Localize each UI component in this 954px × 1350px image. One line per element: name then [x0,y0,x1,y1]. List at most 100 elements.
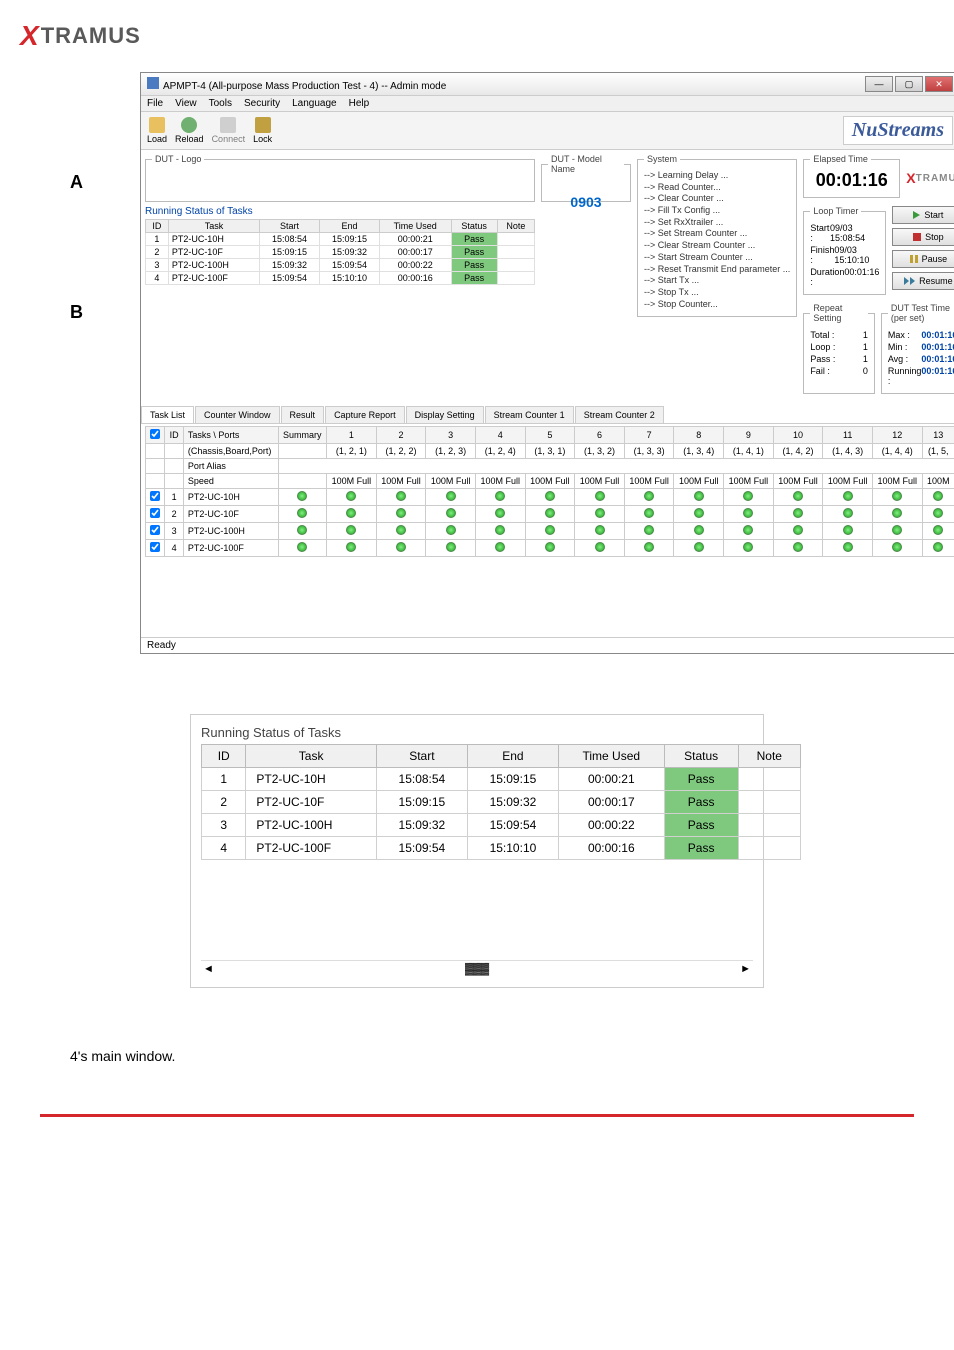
load-button[interactable]: Load [147,117,167,144]
table-row[interactable]: 2PT2-UC-10F15:09:1515:09:3200:00:17Pass [202,791,801,814]
row-check[interactable] [150,525,160,535]
label-b: B [70,302,83,323]
sth-status: Status [664,745,738,768]
app-window: APMPT-4 (All-purpose Mass Production Tes… [140,72,954,654]
tab-task-list[interactable]: Task List [141,406,194,423]
caption-text: 4's main window. [70,1048,884,1064]
close-button[interactable]: ✕ [925,76,953,92]
menu-tools[interactable]: Tools [209,98,232,109]
loop-timer-box: Loop Timer Start :09/03 15:08:54 Finish … [803,206,886,295]
standalone-box: Running Status of Tasks ID Task Start En… [190,714,764,988]
system-log[interactable]: --> Learning Delay ...--> Read Counter..… [644,170,790,310]
cth-chk [146,427,165,444]
start-button[interactable]: Start [892,206,954,224]
tab-counter-window[interactable]: Counter Window [195,406,280,423]
logo-x: X [20,20,39,52]
counter-row[interactable]: 2PT2-UC-10F [146,506,954,523]
dut-test-time-box: DUT Test Time (per set) Max :00:01:16 Mi… [881,303,954,394]
pause-button[interactable]: Pause [892,250,954,268]
th-id: ID [146,220,169,233]
tab-stream-counter-2[interactable]: Stream Counter 2 [575,406,664,423]
row-check[interactable] [150,508,160,518]
app-icon [147,77,159,89]
model-name-box: DUT - Model Name 0903 [541,154,631,202]
play-icon [913,211,920,219]
stop-icon [913,233,921,241]
counter-row[interactable]: 4PT2-UC-100F [146,540,954,557]
table-row[interactable]: 4PT2-UC-100F15:09:5415:10:1000:00:16Pass [202,837,801,860]
th-timeused: Time Used [379,220,451,233]
model-name-value: 0903 [548,180,624,224]
reload-icon [181,117,197,133]
repeat-label: Repeat Setting [810,303,868,323]
counter-row[interactable]: 1PT2-UC-10H [146,489,954,506]
system-box: System --> Learning Delay ...--> Read Co… [637,154,797,317]
cth-id: ID [165,427,183,444]
sth-id: ID [202,745,246,768]
dut-logo-label: DUT - Logo [152,154,204,164]
standalone-label: Running Status of Tasks [201,725,753,740]
minimize-button[interactable]: — [865,76,893,92]
menu-language[interactable]: Language [292,98,337,109]
loop-timer-label: Loop Timer [810,206,861,216]
sth-note: Note [738,745,800,768]
stop-button[interactable]: Stop [892,228,954,246]
lock-button[interactable]: Lock [253,117,272,144]
menu-view[interactable]: View [175,98,197,109]
dut-logo-box: DUT - Logo [145,154,535,202]
sth-timeused: Time Used [558,745,664,768]
pause-icon [910,255,918,263]
tab-capture-report[interactable]: Capture Report [325,406,405,423]
elapsed-label: Elapsed Time [810,154,871,164]
row-check[interactable] [150,542,160,552]
menu-security[interactable]: Security [244,98,280,109]
lock-icon [255,117,271,133]
scrollbar[interactable]: ◄▓▓▓► [201,960,753,977]
toolbar: Load Reload Connect Lock NuStreams [141,112,954,150]
statusbar: Ready [141,637,954,653]
menu-file[interactable]: File [147,98,163,109]
tab-result[interactable]: Result [281,406,325,423]
row-check[interactable] [150,491,160,501]
table-row[interactable]: 3PT2-UC-100H15:09:3215:09:5400:00:22Pass [202,814,801,837]
counter-table: ID Tasks \ Ports Summary 1 2 3 4 5 6 7 8… [145,426,954,557]
resume-button[interactable]: Resume [892,272,954,290]
page-logo: X TRAMUS [20,20,934,52]
cth-summary: Summary [278,427,327,444]
tab-display-setting[interactable]: Display Setting [406,406,484,423]
window-title: APMPT-4 (All-purpose Mass Production Tes… [163,81,446,92]
table-row[interactable]: 2PT2-UC-10F15:09:1515:09:3200:00:17Pass [146,246,535,259]
menu-help[interactable]: Help [349,98,370,109]
elapsed-value: 00:01:16 [810,170,893,191]
table-row[interactable]: 1PT2-UC-10H15:08:5415:09:1500:00:21Pass [202,768,801,791]
th-end: End [320,220,380,233]
sth-end: End [467,745,558,768]
menubar: File View Tools Security Language Help [141,96,954,112]
tab-bar: Task List Counter Window Result Capture … [141,406,954,424]
standalone-table: ID Task Start End Time Used Status Note … [201,744,801,860]
model-name-label: DUT - Model Name [548,154,624,174]
resume-icon [904,277,915,285]
table-row[interactable]: 3PT2-UC-100H15:09:3215:09:5400:00:22Pass [146,259,535,272]
check-all[interactable] [150,429,160,439]
nustreams-brand: NuStreams [843,116,953,145]
connect-button[interactable]: Connect [212,117,246,144]
running-status-label: Running Status of Tasks [145,206,535,217]
system-label: System [644,154,680,164]
th-start: Start [260,220,320,233]
reload-button[interactable]: Reload [175,117,204,144]
sth-task: Task [246,745,376,768]
table-row[interactable]: 4PT2-UC-100F15:09:5415:10:1000:00:16Pass [146,272,535,285]
status-led-green [297,491,307,501]
label-a: A [70,172,83,193]
folder-icon [149,117,165,133]
th-task: Task [168,220,259,233]
table-row[interactable]: 1PT2-UC-10H15:08:5415:09:1500:00:21Pass [146,233,535,246]
maximize-button[interactable]: ▢ [895,76,923,92]
tab-stream-counter-1[interactable]: Stream Counter 1 [485,406,574,423]
counter-row[interactable]: 3PT2-UC-100H [146,523,954,540]
logo-text: TRAMUS [41,23,141,49]
sth-start: Start [376,745,467,768]
xtramus-mini-logo: XTRAMUS [906,154,954,202]
titlebar: APMPT-4 (All-purpose Mass Production Tes… [141,73,954,96]
